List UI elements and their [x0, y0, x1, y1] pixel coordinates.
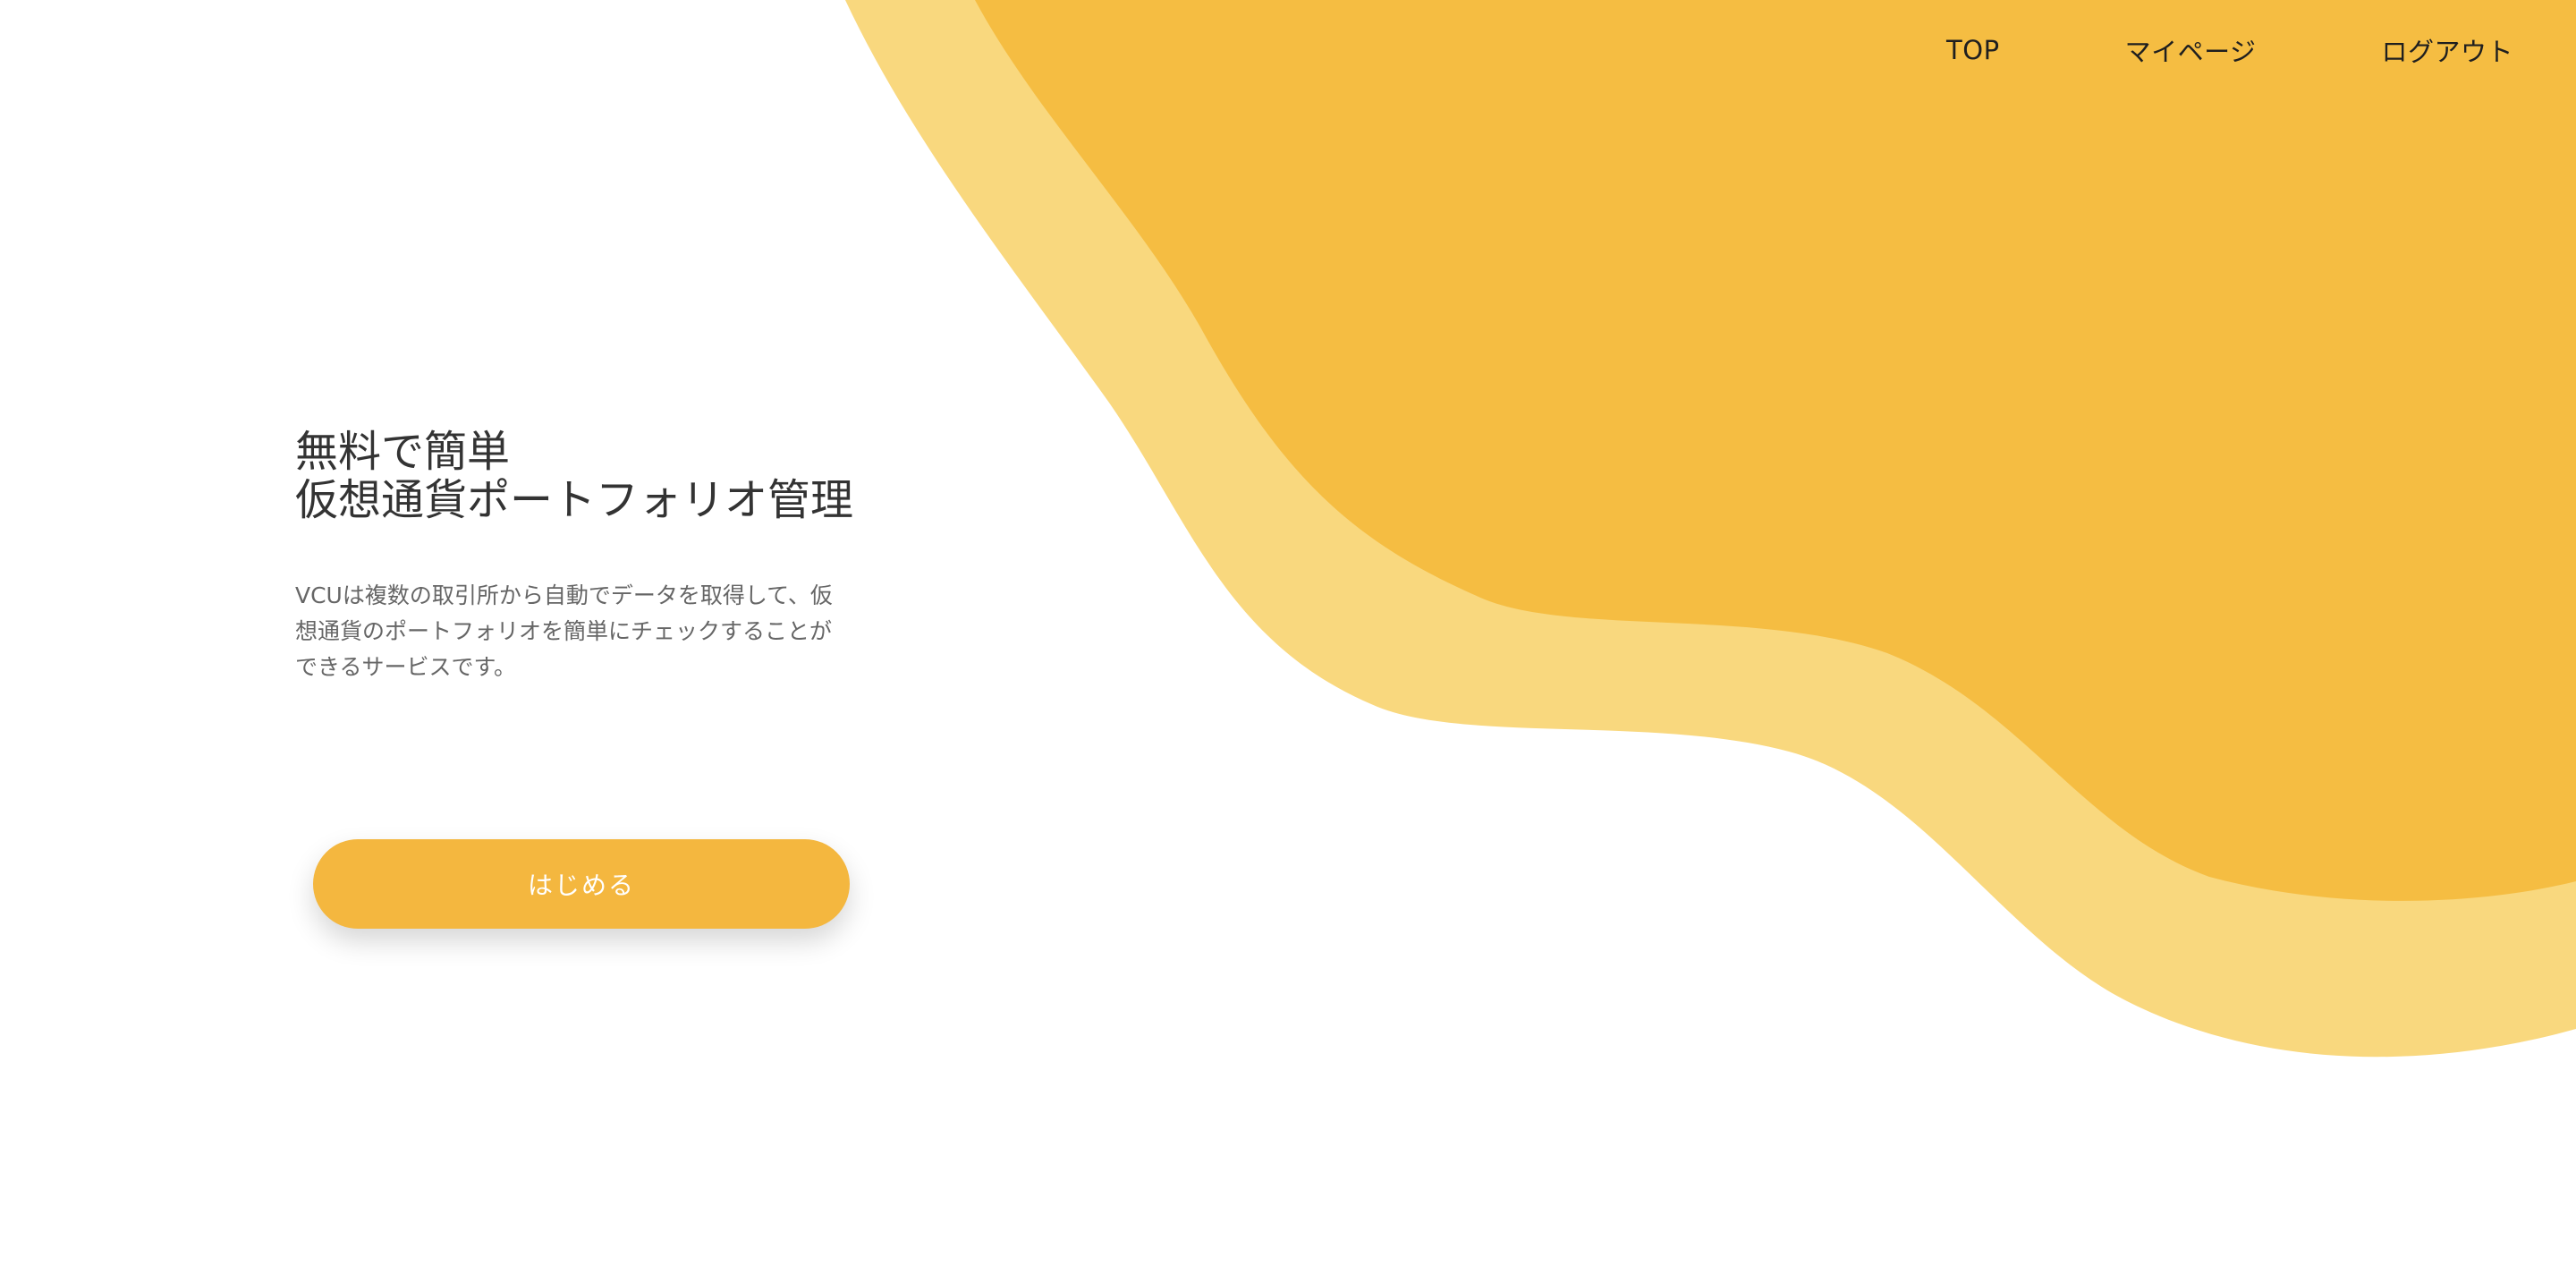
hero-title-line-2: 仮想通貨ポートフォリオ管理: [295, 475, 854, 525]
hero-description: VCUは複数の取引所から自動でデータを取得して、仮想通貨のポートフォリオを簡単に…: [295, 582, 833, 680]
hero-title-line-1: 無料で簡単: [295, 427, 511, 477]
nav-link-top[interactable]: TOP: [1946, 35, 2000, 65]
hero-section: 無料で簡単 仮想通貨ポートフォリオ管理 VCUは複数の取引所から自動でデータを取…: [295, 428, 921, 685]
nav-link-logout[interactable]: ログアウト: [2381, 31, 2513, 69]
top-nav: TOP マイページ ログアウト: [1946, 29, 2513, 72]
start-button[interactable]: はじめる: [313, 839, 850, 929]
landing-page: TOP マイページ ログアウト 無料で簡単 仮想通貨ポートフォリオ管理 VCUは…: [0, 0, 2576, 1283]
nav-link-mypage[interactable]: マイページ: [2125, 31, 2257, 69]
hero-title: 無料で簡単 仮想通貨ポートフォリオ管理: [295, 428, 921, 524]
